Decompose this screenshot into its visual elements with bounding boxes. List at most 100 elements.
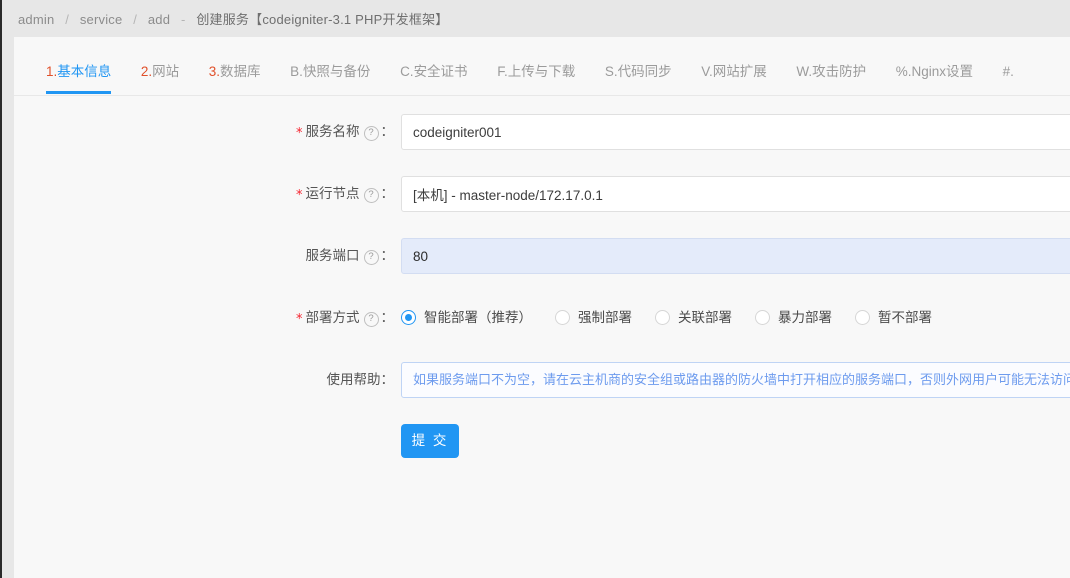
radio-dot-icon <box>401 310 416 325</box>
breadcrumb-bar: admin / service / add - 创建服务【codeigniter… <box>2 0 1070 37</box>
service-port-input[interactable] <box>401 238 1070 274</box>
question-circle-icon[interactable]: ? <box>363 312 379 327</box>
tab-prefix: W. <box>796 64 813 79</box>
tab-label: Nginx设置 <box>911 64 974 79</box>
tab-label: 代码同步 <box>617 64 672 79</box>
tab-prefix: 2. <box>140 64 153 79</box>
radio-label: 暴力部署 <box>778 310 832 325</box>
breadcrumb-item-admin[interactable]: admin <box>18 12 54 27</box>
label-service-port: 服务端口?： <box>14 238 394 274</box>
radio-dot-icon <box>755 310 770 325</box>
field-run-node <box>401 176 1070 212</box>
create-service-form: *服务名称?： *运行节点?： <box>14 96 1070 484</box>
tab-prefix: 3. <box>208 64 221 79</box>
tab-security-certificate[interactable]: C.安全证书 <box>400 50 468 94</box>
label-colon: ： <box>380 248 395 263</box>
deploy-mode-radio-group: 智能部署（推荐） 强制部署 关联部署 暴力部署 暂不部署 <box>401 300 1070 336</box>
question-circle-icon[interactable]: ? <box>363 188 379 203</box>
breadcrumb-page-title: 创建服务【codeigniter-3.1 PHP开发框架】 <box>196 12 449 27</box>
radio-deploy-associated[interactable]: 关联部署 <box>655 300 732 336</box>
service-name-input[interactable] <box>401 114 1070 150</box>
label-text: 运行节点 <box>305 186 360 201</box>
breadcrumb-dash: - <box>180 12 186 27</box>
label-text: 使用帮助 <box>326 372 381 387</box>
required-star: * <box>296 126 303 141</box>
breadcrumb-separator: / <box>65 12 70 27</box>
form-row-service-port: 服务端口?： <box>14 238 1070 300</box>
breadcrumb-item-add[interactable]: add <box>148 12 170 27</box>
label-usage-help: 使用帮助： <box>14 362 395 398</box>
tab-website[interactable]: 2.网站 <box>141 50 179 94</box>
radio-label: 强制部署 <box>578 310 632 325</box>
tab-attack-protection[interactable]: W.攻击防护 <box>796 50 866 94</box>
question-circle-icon[interactable]: ? <box>363 126 379 141</box>
label-text: 部署方式 <box>305 310 360 325</box>
label-colon: ： <box>380 372 395 387</box>
radio-dot-icon <box>655 310 670 325</box>
tab-website-extension[interactable]: V.网站扩展 <box>701 50 767 94</box>
form-row-submit: 提 交 <box>14 424 1070 484</box>
tab-label: 网站 <box>152 64 180 79</box>
content-card: 1.基本信息 2.网站 3.数据库 B.快照与备份 C.安全证书 F.上传与下载 <box>14 37 1070 578</box>
tab-prefix: F. <box>497 64 508 79</box>
tab-prefix: S. <box>604 64 618 79</box>
content-card-inner: 1.基本信息 2.网站 3.数据库 B.快照与备份 C.安全证书 F.上传与下载 <box>14 37 1070 578</box>
radio-dot-icon <box>855 310 870 325</box>
breadcrumb-separator: / <box>133 12 138 27</box>
submit-button[interactable]: 提 交 <box>401 424 459 458</box>
tab-code-sync[interactable]: S.代码同步 <box>605 50 672 94</box>
usage-help-text: 如果服务端口不为空，请在云主机商的安全组或路由器的防火墙中打开相应的服务端口，否… <box>401 362 1070 398</box>
field-usage-help: 如果服务端口不为空，请在云主机商的安全组或路由器的防火墙中打开相应的服务端口，否… <box>401 362 1070 398</box>
radio-label: 智能部署（推荐） <box>424 310 532 325</box>
radio-label: 暂不部署 <box>878 310 932 325</box>
label-service-name: * 服务名称?： <box>14 114 394 151</box>
label-colon: ： <box>380 124 395 139</box>
page-root: admin / service / add - 创建服务【codeigniter… <box>0 0 1070 578</box>
required-star: * <box>296 312 303 327</box>
tab-prefix: #. <box>1002 64 1014 79</box>
breadcrumb-item-service[interactable]: service <box>80 12 123 27</box>
form-row-usage-help: 使用帮助： 如果服务端口不为空，请在云主机商的安全组或路由器的防火墙中打开相应的… <box>14 362 1070 424</box>
left-edge-rail <box>0 0 2 578</box>
tab-upload-download[interactable]: F.上传与下载 <box>497 50 575 94</box>
tab-prefix: C. <box>400 64 414 79</box>
field-service-port <box>401 238 1070 274</box>
field-service-name <box>401 114 1070 150</box>
radio-deploy-brute[interactable]: 暴力部署 <box>755 300 832 336</box>
form-row-run-node: * 运行节点?： <box>14 176 1070 238</box>
question-circle-icon[interactable]: ? <box>363 250 379 265</box>
tab-bar: 1.基本信息 2.网站 3.数据库 B.快照与备份 C.安全证书 F.上传与下载 <box>14 50 1070 96</box>
tab-label: 攻击防护 <box>812 64 867 79</box>
run-node-input[interactable] <box>401 176 1070 212</box>
tab-prefix: %. <box>895 64 912 79</box>
label-colon: ： <box>380 186 395 201</box>
required-star: * <box>296 188 303 203</box>
radio-deploy-smart[interactable]: 智能部署（推荐） <box>401 300 532 336</box>
tab-label: 安全证书 <box>413 64 468 79</box>
tab-database[interactable]: 3.数据库 <box>209 50 261 94</box>
tab-prefix: B. <box>290 64 303 79</box>
label-run-node: * 运行节点?： <box>14 176 394 213</box>
tab-label: 数据库 <box>220 64 261 79</box>
breadcrumb: admin / service / add - 创建服务【codeigniter… <box>2 9 448 28</box>
radio-deploy-force[interactable]: 强制部署 <box>555 300 632 336</box>
tab-prefix: V. <box>701 64 713 79</box>
tab-overflow-clipped[interactable]: #. <box>1003 50 1014 94</box>
tab-prefix: 1. <box>46 64 58 79</box>
label-deploy-mode: * 部署方式?： <box>14 300 394 337</box>
tab-basic-info[interactable]: 1.基本信息 <box>46 50 112 94</box>
tab-label: 基本信息 <box>57 64 112 79</box>
tab-label: 上传与下载 <box>507 64 576 79</box>
label-text: 服务名称 <box>305 124 360 139</box>
tab-snapshot-backup[interactable]: B.快照与备份 <box>290 50 370 94</box>
label-colon: ： <box>380 310 395 325</box>
tab-label: 网站扩展 <box>712 64 767 79</box>
radio-deploy-none[interactable]: 暂不部署 <box>855 300 932 336</box>
form-row-service-name: * 服务名称?： <box>14 114 1070 176</box>
tab-nginx-settings[interactable]: %.Nginx设置 <box>896 50 973 94</box>
tab-label: 快照与备份 <box>302 64 371 79</box>
radio-dot-icon <box>555 310 570 325</box>
label-text: 服务端口 <box>305 248 360 263</box>
field-deploy-mode: 智能部署（推荐） 强制部署 关联部署 暴力部署 暂不部署 <box>401 300 1070 336</box>
radio-label: 关联部署 <box>678 310 732 325</box>
